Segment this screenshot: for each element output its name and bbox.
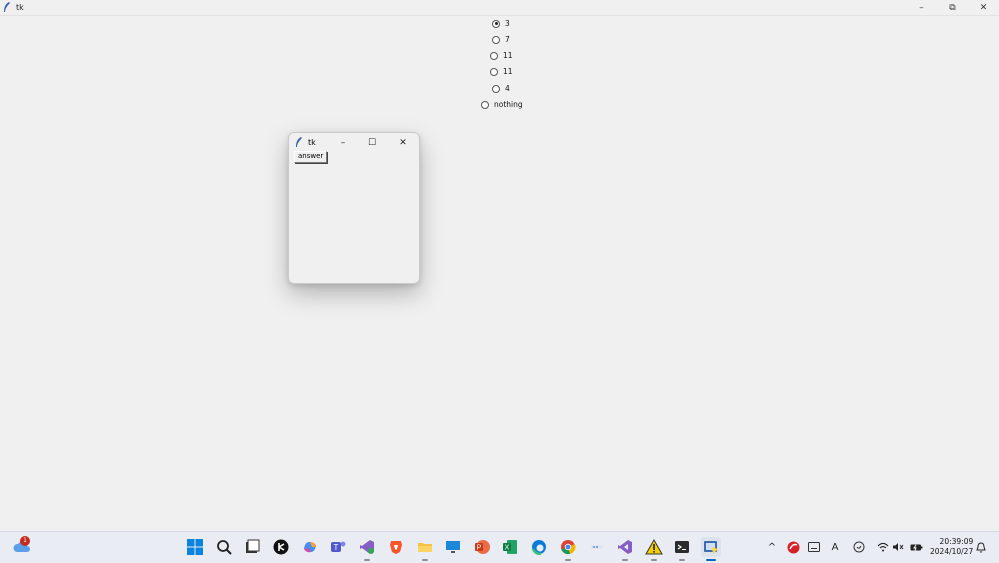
copilot-icon[interactable] — [300, 537, 320, 557]
windows-start-icon[interactable] — [185, 537, 205, 557]
svg-text:T: T — [334, 543, 339, 552]
ime-mode-icon[interactable]: A — [829, 540, 841, 554]
notification-badge: 1 — [20, 536, 30, 546]
teams-icon[interactable]: T — [328, 537, 348, 557]
radio-option-7[interactable]: 7 — [492, 35, 510, 44]
running-indicator — [364, 559, 370, 561]
main-window-titlebar[interactable]: tk – ⧉ ✕ — [0, 0, 999, 16]
radio-label: 7 — [505, 35, 510, 44]
touch-keyboard-icon[interactable] — [807, 540, 821, 554]
radio-label: 11 — [503, 67, 513, 76]
popup-close-button[interactable]: ✕ — [395, 136, 411, 150]
popup-minimize-button[interactable]: – — [335, 136, 351, 150]
chrome-icon[interactable] — [558, 537, 578, 561]
powerpoint-icon[interactable]: P — [472, 537, 492, 557]
radio-option-4[interactable]: 4 — [492, 84, 510, 93]
radio-button[interactable] — [490, 51, 498, 60]
window-title: tk — [16, 3, 24, 12]
radio-option-nothing[interactable]: nothing — [481, 100, 523, 109]
maximize-icon: ☐ — [367, 138, 377, 148]
running-indicator — [622, 559, 628, 561]
tk-feather-icon — [3, 2, 13, 14]
running-indicator — [651, 559, 657, 561]
visual-studio-icon[interactable] — [357, 537, 377, 561]
show-hidden-icons-chevron-icon[interactable]: ^ — [766, 540, 778, 554]
close-icon: ✕ — [979, 2, 988, 13]
restore-icon: ⧉ — [949, 2, 956, 13]
svg-text:X: X — [505, 545, 510, 552]
running-indicator — [706, 559, 716, 561]
radio-button[interactable] — [492, 35, 500, 44]
close-icon: ✕ — [399, 138, 407, 148]
radio-option-3[interactable]: 3 — [492, 19, 510, 28]
app-icon[interactable] — [587, 537, 607, 557]
radio-option-11[interactable]: 11 — [490, 51, 513, 60]
notification-bell-icon[interactable] — [975, 540, 987, 554]
tk-feather-icon — [295, 137, 304, 148]
clock[interactable]: 20:39:09 2024/10/27 — [930, 537, 973, 557]
answer-button[interactable]: answer — [294, 151, 328, 163]
sync-status-icon[interactable] — [852, 540, 866, 554]
media-app-icon[interactable] — [271, 537, 291, 557]
radio-label: 3 — [505, 19, 510, 28]
file-explorer-icon[interactable] — [242, 537, 262, 557]
folder-icon[interactable] — [415, 537, 435, 561]
popup-window[interactable]: tk – ☐ ✕ answer — [288, 132, 420, 284]
running-indicator — [565, 559, 571, 561]
brave-browser-icon[interactable] — [386, 537, 406, 557]
minimize-icon: – — [919, 2, 924, 13]
popup-title: tk — [308, 138, 316, 147]
battery-charging-icon[interactable] — [909, 540, 923, 554]
restore-button[interactable]: ⧉ — [937, 0, 968, 15]
taskbar: 1 T P X ^ A 20:39:09 2024/10/27 — [0, 531, 999, 563]
radio-label: 11 — [503, 51, 513, 60]
radio-label: nothing — [494, 100, 523, 109]
edge-icon[interactable] — [529, 537, 549, 557]
radio-button[interactable] — [481, 100, 489, 109]
close-button[interactable]: ✕ — [968, 0, 999, 15]
search-icon[interactable] — [214, 537, 234, 557]
clock-time: 20:39:09 — [939, 537, 974, 546]
terminal-icon[interactable] — [672, 537, 692, 561]
excel-icon[interactable]: X — [500, 537, 520, 557]
running-indicator — [422, 559, 428, 561]
running-indicator — [679, 559, 685, 561]
warning-app-icon[interactable] — [644, 537, 664, 561]
radio-button[interactable] — [490, 67, 498, 76]
volume-muted-icon[interactable] — [892, 540, 904, 554]
radio-option-11b[interactable]: 11 — [490, 67, 513, 76]
clock-date: 2024/10/27 — [930, 547, 974, 556]
radio-label: 4 — [505, 84, 510, 93]
minimize-button[interactable]: – — [906, 0, 937, 15]
radio-button[interactable] — [492, 19, 500, 28]
minimize-icon: – — [340, 138, 346, 148]
visual-studio-purple-icon[interactable] — [615, 537, 635, 561]
remote-desktop-icon[interactable] — [443, 537, 463, 557]
radio-button[interactable] — [492, 84, 500, 93]
wifi-icon[interactable] — [877, 540, 889, 554]
popup-maximize-button[interactable]: ☐ — [364, 136, 380, 150]
svg-text:P: P — [477, 545, 482, 552]
python-tk-icon[interactable] — [701, 537, 721, 561]
security-app-icon[interactable] — [786, 540, 800, 554]
popup-titlebar[interactable]: tk – ☐ ✕ — [289, 133, 419, 152]
